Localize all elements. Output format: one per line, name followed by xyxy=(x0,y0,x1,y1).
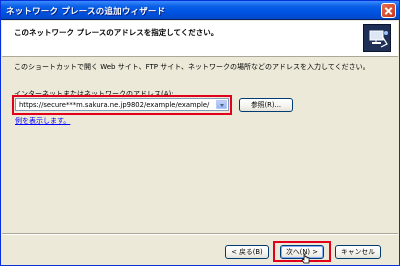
wizard-window: ネットワーク プレースの追加ウィザード このネットワーク プレースのアドレスを指… xyxy=(0,0,400,266)
title-bar[interactable]: ネットワーク プレースの追加ウィザード xyxy=(1,1,399,20)
wizard-header: このネットワーク プレースのアドレスを指定してください。 xyxy=(2,21,398,57)
header-title: このネットワーク プレースのアドレスを指定してください。 xyxy=(14,28,219,37)
close-icon[interactable] xyxy=(381,3,396,18)
address-input[interactable]: https://secure***m.sakura.ne.jp9802/exam… xyxy=(19,101,209,109)
network-wizard-icon xyxy=(363,24,391,52)
address-combobox[interactable]: https://secure***m.sakura.ne.jp9802/exam… xyxy=(15,98,229,111)
cancel-button[interactable]: キャンセル xyxy=(335,245,381,259)
window-title: ネットワーク プレースの追加ウィザード xyxy=(6,7,166,17)
hand-cursor-icon xyxy=(301,253,310,264)
back-button[interactable]: < 戻る(B) xyxy=(225,245,269,259)
browse-button[interactable]: 参照(R)... xyxy=(239,98,293,112)
description-text: このショートカットで開く Web サイト、FTP サイト、ネットワークの場所など… xyxy=(14,63,370,71)
example-link[interactable]: 例を表示します。 xyxy=(15,116,70,126)
chevron-down-icon[interactable] xyxy=(216,100,227,109)
footer-divider xyxy=(2,233,398,235)
